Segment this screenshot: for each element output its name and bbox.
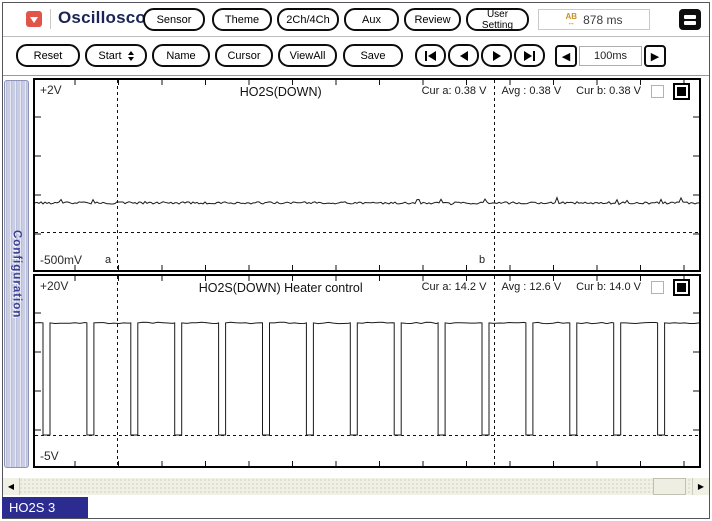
theme-button[interactable]: Theme [212,8,272,31]
reset-button[interactable]: Reset [16,44,80,67]
sensor-button[interactable]: Sensor [143,8,205,31]
timebase-value: 100ms [579,46,642,66]
left-triangle-icon [460,51,468,61]
start-button[interactable]: Start [85,44,147,67]
right-triangle-icon [524,51,532,61]
cursor-b-handle[interactable]: b [479,254,485,266]
channel-2-color-button[interactable] [673,279,690,296]
channel-mode-button[interactable]: 2Ch/4Ch [277,8,339,31]
app-menu-icon[interactable] [26,11,42,27]
user-setting-button[interactable]: User Setting [466,8,529,31]
skip-to-start-button[interactable] [415,44,446,67]
channel-2-scale-top: +20V [40,279,68,293]
toolbar-divider [3,75,709,76]
configuration-tab[interactable]: Configuration [4,80,29,468]
spinner-arrows-icon [128,51,134,61]
ab-icon-arrow: ↔ [567,19,575,27]
channel-2-checkbox[interactable] [651,281,664,294]
channel-2-title: HO2S(DOWN) Heater control [128,281,433,295]
channel-1-measurements: Cur a: 0.38 V Avg : 0.38 V Cur b: 0.38 V [422,85,641,97]
title-separator [50,9,51,29]
view-all-button[interactable]: ViewAll [278,44,337,67]
channel-2-waveform-canvas[interactable] [35,276,699,466]
timebase-increase-button[interactable]: ▶ [644,45,666,67]
channel-2-scale-bottom: -5V [40,449,59,463]
step-forward-button[interactable] [481,44,512,67]
oscilloscope-window: Oscilloscope Sensor Theme 2Ch/4Ch Aux Re… [0,0,712,521]
scroll-left-button[interactable]: ◀ [3,478,20,495]
average-value: Avg : 12.6 V [501,281,561,293]
channel-1-scale-top: +2V [40,83,62,97]
cursor-a-handle[interactable]: a [105,254,111,266]
scrollbar-thumb[interactable] [653,478,686,495]
bar-icon [425,51,427,61]
channel-1-waveform-canvas[interactable] [35,80,699,270]
cursor-a-value: Cur a: 14.2 V [422,281,487,293]
channel-2-plot: +20V HO2S(DOWN) Heater control Cur a: 14… [33,274,701,468]
scroll-right-button[interactable]: ▶ [692,478,709,495]
chevron-down-icon [30,17,38,23]
time-value: 878 ms [583,13,622,27]
start-button-label: Start [98,50,121,62]
split-view-icon[interactable] [679,9,701,30]
cursor-b-value: Cur b: 14.0 V [576,281,641,293]
horizontal-scrollbar[interactable]: ◀ ▶ [3,478,709,495]
channel-1-color-swatch [677,87,686,96]
cursor-button[interactable]: Cursor [215,44,273,67]
timebase-decrease-button[interactable]: ◀ [555,45,577,67]
skip-to-end-button[interactable] [514,44,545,67]
review-button[interactable]: Review [404,8,461,31]
channel-2-measurements: Cur a: 14.2 V Avg : 12.6 V Cur b: 14.0 V [422,281,641,293]
average-value: Avg : 0.38 V [501,85,561,97]
channel-1-checkbox[interactable] [651,85,664,98]
cursor-b-value: Cur b: 0.38 V [576,85,641,97]
ab-time-icon: AB ↔ [566,13,578,27]
channel-1-color-button[interactable] [673,83,690,100]
right-triangle-icon [493,51,501,61]
channel-1-plot: +2V HO2S(DOWN) Cur a: 0.38 V Avg : 0.38 … [33,78,701,272]
save-button[interactable]: Save [343,44,403,67]
cursor-time-display: AB ↔ 878 ms [538,9,650,30]
sensor-tab-ho2s3[interactable]: HO2S 3 [2,497,88,518]
cursor-a-value: Cur a: 0.38 V [422,85,487,97]
aux-button[interactable]: Aux [344,8,399,31]
channel-2-color-swatch [677,283,686,292]
bar-icon [533,51,535,61]
name-button[interactable]: Name [152,44,210,67]
titlebar-divider [3,36,709,37]
channel-1-title: HO2S(DOWN) [128,85,433,99]
step-back-button[interactable] [448,44,479,67]
channel-1-scale-bottom: -500mV [40,253,82,267]
configuration-tab-label: Configuration [11,230,23,318]
left-triangle-icon [428,51,436,61]
